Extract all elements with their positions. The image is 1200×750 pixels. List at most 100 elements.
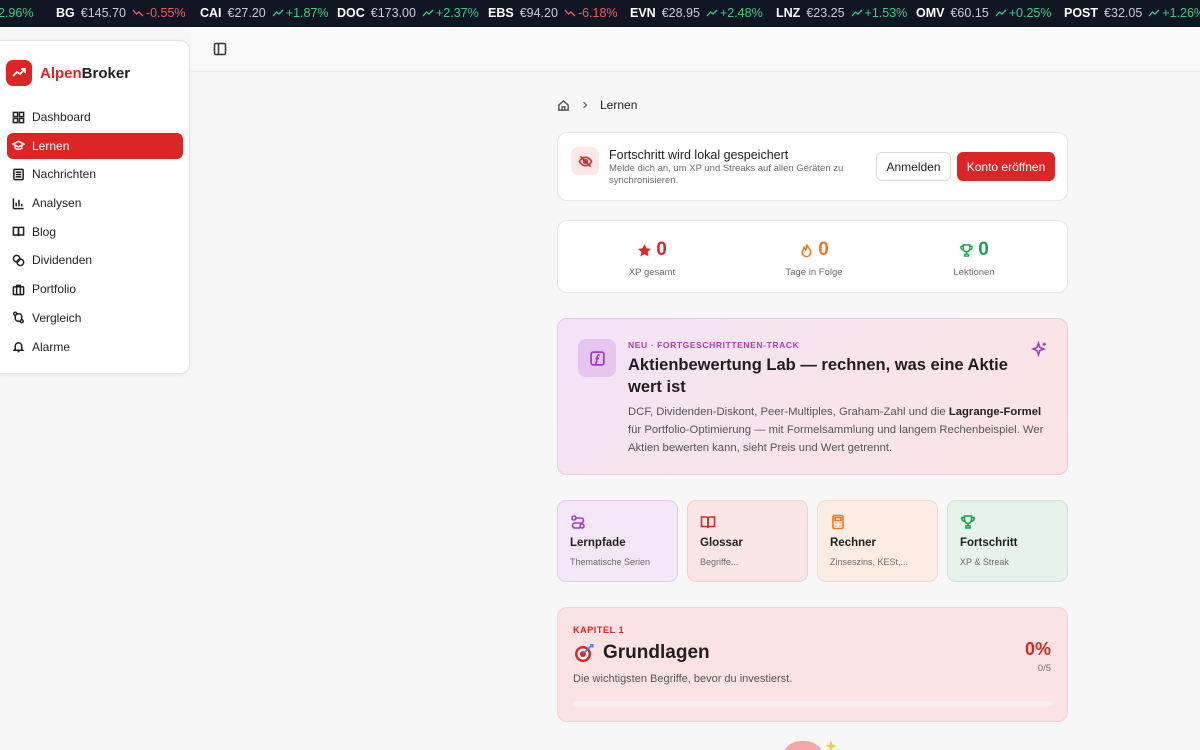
ticker-symbol: EBS bbox=[488, 6, 514, 20]
ticker-change: 2.96% bbox=[0, 6, 34, 20]
sidebar-item-label: Dashboard bbox=[32, 110, 91, 124]
ticker-symbol: POST bbox=[1064, 6, 1099, 20]
trophy-icon bbox=[961, 515, 975, 529]
ticker-symbol: DOC bbox=[337, 6, 365, 20]
ticker-symbol: BG bbox=[56, 6, 75, 20]
stats-card: 0 XP gesamt 0 Tage in Folge 0 Lektionen bbox=[557, 220, 1068, 293]
stat-value: 0 bbox=[978, 239, 989, 260]
open-account-button[interactable]: Konto eröffnen bbox=[957, 152, 1055, 181]
sidebar-item-label: Lernen bbox=[32, 138, 70, 153]
breadcrumb-current: Lernen bbox=[600, 98, 638, 112]
chapter-title: Grundlagen bbox=[573, 642, 710, 664]
sidebar-item-alarme[interactable]: Alarme bbox=[7, 334, 183, 360]
sidebar-item-nachrichten[interactable]: Nachrichten bbox=[7, 161, 183, 187]
feature-description: DCF, Dividenden-Diskont, Peer-Multiples,… bbox=[628, 406, 1044, 454]
sidebar-item-analysen[interactable]: Analysen bbox=[7, 190, 183, 216]
ticker-item[interactable]: 2.96% bbox=[0, 6, 33, 20]
sidebar-item-label: Portfolio bbox=[32, 282, 77, 297]
ticker-price: €94.20 bbox=[519, 6, 558, 20]
sidebar-item-blog[interactable]: Blog bbox=[7, 219, 183, 245]
trend-up-icon bbox=[851, 9, 863, 17]
ticker-symbol: CAI bbox=[200, 6, 222, 20]
sidebar-item-portfolio[interactable]: Portfolio bbox=[7, 276, 183, 302]
stat-label: XP gesamt bbox=[628, 267, 676, 278]
stat-xp: 0 XP gesamt bbox=[582, 239, 722, 278]
ticker-symbol: EVN bbox=[630, 6, 656, 20]
sidebar-item-lernen[interactable]: Lernen bbox=[7, 132, 183, 159]
ticker-item[interactable]: OMV €60.15 +0.25% bbox=[916, 6, 1051, 20]
ticker-change: +1.53% bbox=[864, 6, 908, 20]
ticker-change: -0.55% bbox=[145, 6, 186, 20]
sidebar-item-label: Nachrichten bbox=[32, 167, 97, 182]
ticker-change: +1.26% bbox=[1162, 6, 1200, 20]
trend-up-icon bbox=[1148, 9, 1160, 17]
quick-link-title: Lernpfade bbox=[570, 537, 626, 549]
lesson-node-peek[interactable] bbox=[781, 741, 825, 750]
chapter-lesson-count: 0/5 bbox=[1037, 663, 1051, 674]
trend-up-icon bbox=[995, 9, 1007, 17]
quick-link-glossar[interactable]: Glossar Begriffe... bbox=[687, 500, 808, 582]
quick-link-subtitle: XP & Streak bbox=[960, 557, 1009, 567]
quick-link-subtitle: Zinseszins, KESt,... bbox=[830, 557, 909, 567]
stat-streak: 0 Tage in Folge bbox=[744, 239, 884, 278]
feature-card-aktienbewertung-lab[interactable]: NEU · FORTGESCHRITTENEN-TRACK Aktienbewe… bbox=[557, 318, 1068, 475]
sparkles-icon bbox=[1031, 340, 1048, 358]
ticker-change: +2.37% bbox=[435, 6, 479, 20]
ticker-item[interactable]: EVN €28.95 +2.48% bbox=[630, 6, 763, 20]
stat-label: Lektionen bbox=[953, 267, 995, 278]
home-icon[interactable] bbox=[557, 99, 570, 112]
chapter-tag: KAPITEL 1 bbox=[573, 625, 625, 635]
ticker-price: €27.20 bbox=[227, 6, 266, 20]
chevron-right-icon bbox=[583, 101, 588, 109]
stat-value: 0 bbox=[656, 239, 667, 260]
calculator-icon bbox=[832, 514, 844, 530]
star-icon bbox=[638, 243, 652, 256]
quick-link-lernpfade[interactable]: Lernpfade Thematische Serien bbox=[557, 500, 678, 582]
ticker-change: +2.48% bbox=[719, 6, 763, 20]
sidebar-item-dividenden[interactable]: Dividenden bbox=[7, 247, 183, 273]
ticker-price: €28.95 bbox=[661, 6, 700, 20]
ticker-item[interactable]: BG €145.70 -0.55% bbox=[56, 6, 186, 20]
quick-link-rechner[interactable]: Rechner Zinseszins, KESt,... bbox=[817, 500, 938, 582]
sidebar-item-label: Analysen bbox=[32, 196, 82, 211]
chapter-progress-bar bbox=[573, 701, 1053, 706]
stat-label: Tage in Folge bbox=[785, 267, 843, 278]
ticker-change: +0.25% bbox=[1008, 6, 1052, 20]
ticker-item[interactable]: LNZ €23.25 +1.53% bbox=[776, 6, 907, 20]
stock-ticker: 2.96% BG €145.70 -0.55% CAI €27.20 +1.87… bbox=[0, 0, 1200, 27]
route-icon bbox=[571, 515, 585, 529]
sidebar-toggle-button[interactable] bbox=[213, 42, 227, 56]
trend-up-icon bbox=[706, 9, 718, 17]
chapter-percent: 0% bbox=[1024, 639, 1051, 659]
panel-left-icon bbox=[213, 42, 227, 56]
briefcase-icon bbox=[12, 284, 25, 295]
ticker-price: €60.15 bbox=[950, 6, 989, 20]
brand[interactable]: AlpenBroker bbox=[6, 60, 130, 86]
dashboard-icon bbox=[12, 111, 25, 123]
quick-link-fortschritt[interactable]: Fortschritt XP & Streak bbox=[947, 500, 1068, 582]
ticker-item[interactable]: DOC €173.00 +2.37% bbox=[337, 6, 479, 20]
eye-off-icon bbox=[571, 147, 599, 175]
top-bar bbox=[191, 27, 1200, 72]
ticker-item[interactable]: EBS €94.20 -6.18% bbox=[488, 6, 618, 20]
sidebar-item-label: Vergleich bbox=[32, 310, 82, 325]
sidebar-item-label: Dividenden bbox=[32, 253, 93, 268]
bell-icon bbox=[12, 342, 25, 353]
ticker-symbol: OMV bbox=[916, 6, 945, 20]
book-open-icon bbox=[12, 226, 25, 237]
chapter-description: Die wichtigsten Begriffe, bevor du inves… bbox=[573, 673, 793, 685]
ticker-item[interactable]: CAI €27.20 +1.87% bbox=[200, 6, 329, 20]
feature-title: Aktienbewertung Lab — rechnen, was eine … bbox=[628, 356, 1008, 396]
stat-lessons: 0 Lektionen bbox=[904, 239, 1044, 278]
ticker-item[interactable]: POST €32.05 +1.26% bbox=[1064, 6, 1200, 20]
sidebar-item-vergleich[interactable]: Vergleich bbox=[7, 305, 183, 331]
chapter-card-grundlagen[interactable]: KAPITEL 1 Grundlagen Die wichtigsten Beg… bbox=[557, 607, 1068, 722]
sidebar-nav: Dashboard Lernen Nachrichten Analysen Bl… bbox=[7, 104, 183, 362]
trend-down-icon bbox=[564, 9, 576, 17]
quick-link-title: Fortschritt bbox=[960, 537, 1018, 549]
flame-icon bbox=[801, 243, 812, 257]
sidebar-item-dashboard[interactable]: Dashboard bbox=[7, 104, 183, 130]
login-button[interactable]: Anmelden bbox=[876, 152, 951, 181]
sidebar-item-label: Alarme bbox=[32, 339, 71, 354]
book-open-icon bbox=[700, 516, 716, 529]
